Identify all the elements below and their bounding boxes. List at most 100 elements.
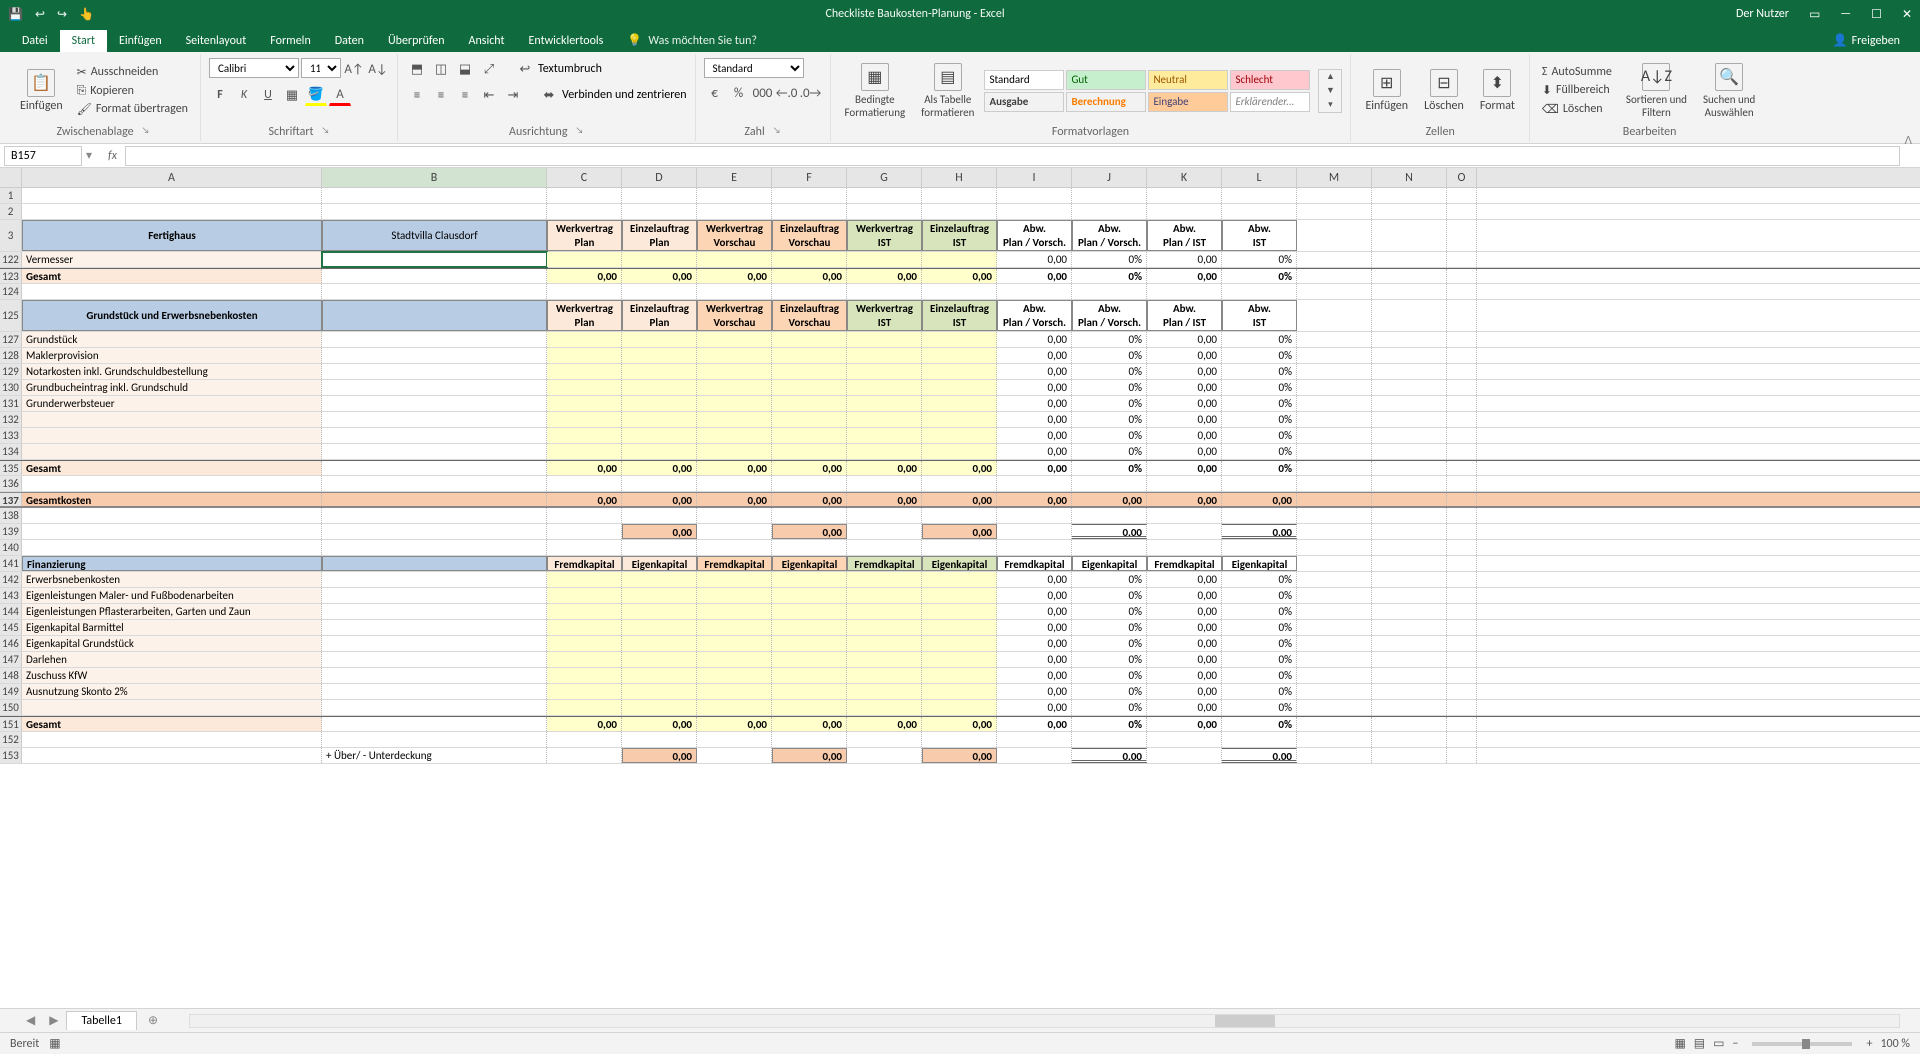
cell[interactable] [847, 252, 922, 267]
cell[interactable]: Finanzierung [22, 556, 322, 571]
tab-daten[interactable]: Daten [323, 30, 376, 52]
row-header[interactable]: 136 [0, 476, 22, 491]
cell[interactable] [697, 540, 772, 555]
cell[interactable]: Fremdkapital [547, 556, 622, 571]
style-schlecht[interactable]: Schlecht [1230, 70, 1310, 90]
name-box[interactable]: B157 [4, 146, 82, 166]
cell[interactable] [922, 476, 997, 491]
zoom-out-icon[interactable]: − [1732, 1037, 1738, 1051]
cell[interactable]: 0% [1222, 604, 1297, 619]
cell[interactable] [322, 300, 547, 331]
cell[interactable] [322, 284, 547, 299]
macro-record-icon[interactable]: ▦ [49, 1036, 60, 1051]
cell[interactable]: 0,00 [922, 717, 997, 731]
cell[interactable] [847, 508, 922, 523]
cell[interactable]: 0,00 [997, 700, 1072, 715]
cell[interactable] [847, 364, 922, 379]
cell[interactable] [1222, 540, 1297, 555]
row-header[interactable]: 125 [0, 300, 22, 331]
table-row[interactable]: 125Grundstück und ErwerbsnebenkostenWerk… [0, 300, 1920, 332]
table-row[interactable]: 1340,000%0,000% [0, 444, 1920, 460]
cell[interactable] [1447, 540, 1477, 555]
cell[interactable]: 0,00 [997, 348, 1072, 363]
cell[interactable] [697, 620, 772, 635]
maximize-icon[interactable]: ☐ [1871, 7, 1882, 22]
cell[interactable] [1372, 428, 1447, 443]
cell[interactable] [847, 652, 922, 667]
cell[interactable]: 0,00 [997, 428, 1072, 443]
cell[interactable] [1372, 269, 1447, 283]
cell[interactable]: 0,00 [922, 269, 997, 283]
cell[interactable] [922, 332, 997, 347]
cell[interactable] [1297, 284, 1372, 299]
table-row[interactable]: 127Grundstück0,000%0,000% [0, 332, 1920, 348]
cell[interactable]: 0,00 [1147, 252, 1222, 267]
cell[interactable] [1447, 300, 1477, 331]
cell[interactable]: 0,00 [847, 461, 922, 475]
table-row[interactable]: 146Eigenkapital Grundstück0,000%0,000% [0, 636, 1920, 652]
row-header[interactable]: 2 [0, 204, 22, 219]
cell[interactable] [772, 412, 847, 427]
cell[interactable] [847, 444, 922, 459]
cell[interactable] [322, 428, 547, 443]
cell[interactable]: 0,00 [1147, 493, 1222, 506]
horizontal-scrollbar[interactable] [189, 1014, 1900, 1028]
cell[interactable] [622, 684, 697, 699]
cell[interactable] [547, 588, 622, 603]
cell[interactable] [922, 652, 997, 667]
cell[interactable] [697, 652, 772, 667]
cell[interactable] [1147, 540, 1222, 555]
cell[interactable] [322, 188, 547, 203]
cell[interactable] [622, 188, 697, 203]
col-header[interactable]: D [622, 168, 697, 187]
cell[interactable] [1372, 380, 1447, 395]
cell[interactable]: 0,00 [622, 717, 697, 731]
cell[interactable] [1372, 684, 1447, 699]
cell[interactable]: Eigenkapital Barmittel [22, 620, 322, 635]
font-color-icon[interactable]: A [329, 84, 351, 106]
cell[interactable] [547, 636, 622, 651]
cell[interactable]: 0,00 [997, 636, 1072, 651]
row-header[interactable]: 3 [0, 220, 22, 251]
cell[interactable] [1372, 364, 1447, 379]
cell[interactable] [1297, 220, 1372, 251]
cell[interactable] [697, 364, 772, 379]
cell[interactable]: Gesamt [22, 269, 322, 283]
cell[interactable] [922, 684, 997, 699]
row-header[interactable]: 124 [0, 284, 22, 299]
cell[interactable] [547, 684, 622, 699]
cell[interactable] [622, 412, 697, 427]
cell[interactable]: 0,00 [997, 620, 1072, 635]
cell[interactable] [622, 332, 697, 347]
cell[interactable] [922, 204, 997, 219]
fill-button[interactable]: ⬇Füllbereich [1538, 82, 1616, 99]
cell[interactable]: 0,00 [547, 461, 622, 475]
cell[interactable] [22, 540, 322, 555]
wrap-text-icon[interactable]: ↩ [514, 58, 536, 80]
autosum-button[interactable]: ΣAutoSumme [1538, 64, 1616, 80]
cell[interactable] [922, 588, 997, 603]
row-header[interactable]: 140 [0, 540, 22, 555]
table-row[interactable]: 124 [0, 284, 1920, 300]
cell[interactable] [1297, 428, 1372, 443]
cell[interactable] [697, 508, 772, 523]
tab-einfuegen[interactable]: Einfügen [107, 30, 174, 52]
row-header[interactable]: 153 [0, 748, 22, 763]
cell[interactable] [1297, 364, 1372, 379]
cell[interactable]: 0% [1222, 364, 1297, 379]
cell[interactable]: 0% [1072, 620, 1147, 635]
cell[interactable] [1447, 668, 1477, 683]
table-row[interactable]: 151Gesamt0,000,000,000,000,000,000,000%0… [0, 716, 1920, 732]
cell[interactable] [1372, 668, 1447, 683]
table-row[interactable]: 128Maklerprovision0,000%0,000% [0, 348, 1920, 364]
cell[interactable]: 0,00 [1222, 748, 1297, 763]
cell[interactable]: 0% [1222, 700, 1297, 715]
row-header[interactable]: 141 [0, 556, 22, 571]
cell[interactable]: 0,00 [547, 269, 622, 283]
cell[interactable] [847, 700, 922, 715]
cell[interactable] [1447, 524, 1477, 539]
cell[interactable] [547, 604, 622, 619]
cell[interactable] [922, 668, 997, 683]
cell[interactable] [22, 524, 322, 539]
col-header[interactable]: M [1297, 168, 1372, 187]
